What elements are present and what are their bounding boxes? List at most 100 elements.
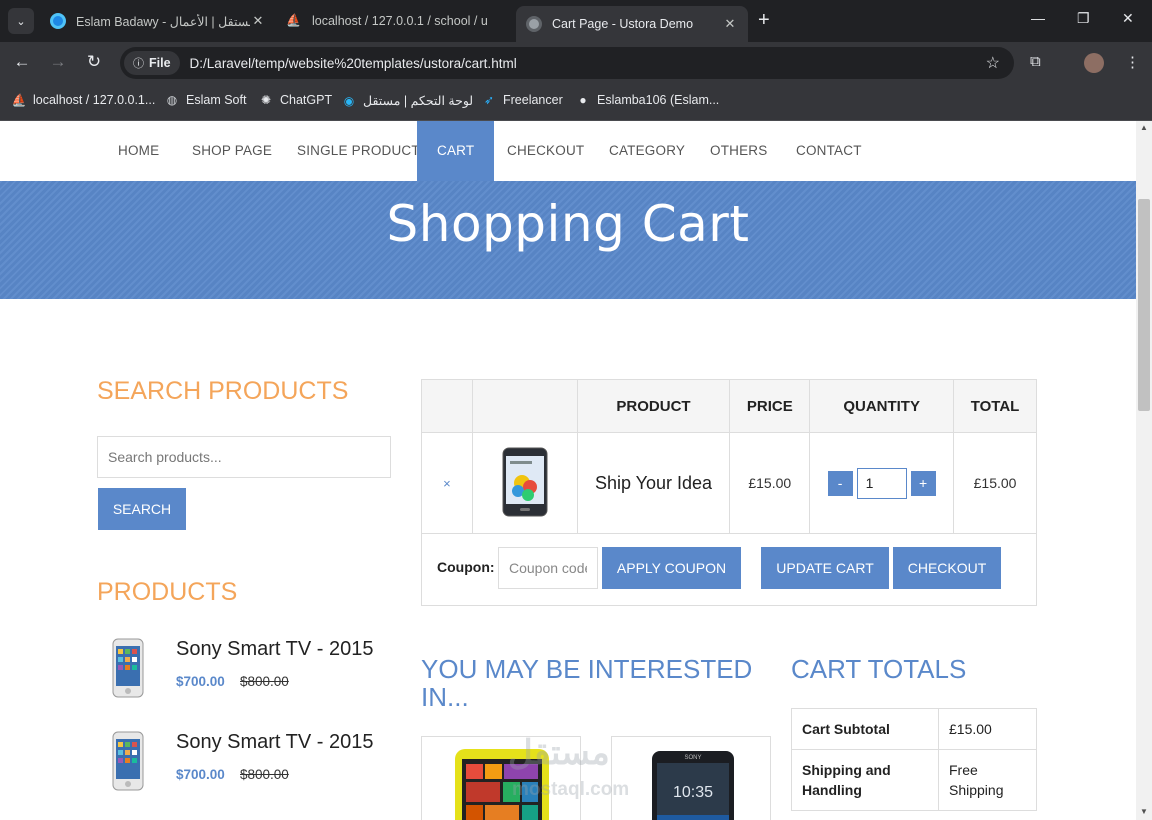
page-viewport: Home Shop page Single product Cart Check… xyxy=(0,121,1136,820)
cart-product-thumbnail[interactable] xyxy=(500,447,550,517)
search-input[interactable] xyxy=(97,436,391,478)
menu-item-home[interactable]: Home xyxy=(118,121,159,181)
svg-text:10:35: 10:35 xyxy=(673,784,713,801)
back-button[interactable]: ← xyxy=(11,52,33,72)
totals-value: Free Shipping xyxy=(938,749,1037,811)
bookmark-item[interactable]: ◍ Eslam Soft xyxy=(165,93,247,107)
cart-totals-heading: Cart Totals xyxy=(791,654,967,684)
tab-search-button[interactable]: ⌄ xyxy=(8,8,34,34)
coupon-input[interactable] xyxy=(498,547,598,589)
menu-kebab-icon[interactable]: ⋮ xyxy=(1125,53,1140,71)
menu-item-contact[interactable]: Contact xyxy=(796,121,862,181)
new-tab-button[interactable]: + xyxy=(758,9,770,32)
globe-icon: ◍ xyxy=(166,93,178,107)
cart-item-row: × Ship Your Idea £15.00 - 1 + £15.00 xyxy=(421,432,1037,534)
bookmark-label: localhost / 127.0.0.1... xyxy=(33,93,156,107)
cart-totals-table: Cart Subtotal £15.00 Shipping and Handli… xyxy=(791,708,1037,811)
product-thumbnail[interactable] xyxy=(111,731,145,791)
site-info-chip[interactable]: ⓘ File xyxy=(124,51,180,75)
url-text[interactable]: D:/Laravel/temp/website%20templates/usto… xyxy=(190,56,517,71)
bookmark-label: Eslam Soft xyxy=(186,93,247,107)
menu-item-single-product[interactable]: Single product xyxy=(297,121,420,181)
scroll-up-arrow-icon[interactable]: ▲ xyxy=(1140,123,1148,132)
bookmark-item[interactable]: ⛵ localhost / 127.0.0.1... xyxy=(11,93,156,107)
products-heading: Products xyxy=(97,578,238,606)
bookmark-item[interactable]: ● Eslamba106 (Eslam... xyxy=(576,93,719,107)
quantity-plus-button[interactable]: + xyxy=(910,470,936,496)
page-banner: Shopping Cart xyxy=(0,181,1136,299)
extensions-icon[interactable]: ⧉ xyxy=(1030,53,1041,70)
header-total: Total xyxy=(953,379,1037,433)
menu-item-shop-page[interactable]: Shop page xyxy=(192,121,272,181)
cross-sell-product[interactable]: SONY 10:35 xyxy=(611,736,771,820)
quantity-cell: - 1 + xyxy=(809,432,955,534)
cross-sell-product[interactable] xyxy=(421,736,581,820)
header-product: Product xyxy=(576,379,731,433)
remove-item-icon[interactable]: × xyxy=(443,476,451,491)
scrollbar-thumb[interactable] xyxy=(1138,199,1150,411)
toolbar: ← → ↻ ⓘ File D:/Laravel/temp/website%20t… xyxy=(0,42,1152,84)
apply-coupon-button[interactable]: Apply Coupon xyxy=(602,547,741,589)
sidebar-product[interactable]: Sony Smart TV - 2015 $700.00 $800.00 xyxy=(97,638,397,708)
scroll-down-arrow-icon[interactable]: ▼ xyxy=(1140,807,1148,816)
phpmyadmin-icon: ⛵ xyxy=(11,93,27,107)
mostaql-icon xyxy=(50,13,66,29)
tab-mostaql[interactable]: Eslam Badawy - مستقل | الأعمال ✕ xyxy=(40,6,276,36)
bookmark-label: Eslamba106 (Eslam... xyxy=(597,93,720,107)
update-cart-button[interactable]: Update Cart xyxy=(761,547,889,589)
thumbnail-cell xyxy=(471,432,578,534)
github-icon: ● xyxy=(579,93,587,107)
bookmark-item[interactable]: ➶ Freelancer xyxy=(482,93,563,107)
search-products-heading: Search Products xyxy=(97,377,349,405)
product-name[interactable]: Sony Smart TV - 2015 xyxy=(176,731,374,754)
quantity-minus-button[interactable]: - xyxy=(827,470,853,496)
totals-label: Shipping and Handling xyxy=(791,749,939,811)
totals-label: Cart Subtotal xyxy=(791,708,939,750)
product-name[interactable]: Sony Smart TV - 2015 xyxy=(176,638,374,661)
cart-product-name[interactable]: Ship Your Idea xyxy=(595,473,712,493)
header-quantity: Quantity xyxy=(809,379,955,433)
tab-strip: ⌄ Eslam Badawy - مستقل | الأعمال ✕ ⛵ loc… xyxy=(0,0,1152,42)
tab-cart-page[interactable]: Cart Page - Ustora Demo ✕ xyxy=(516,6,748,42)
cross-sells-heading: You may be interested in... xyxy=(421,654,753,712)
close-icon[interactable]: ✕ xyxy=(722,16,738,32)
search-button[interactable]: Search xyxy=(98,488,186,530)
reload-button[interactable]: ↻ xyxy=(83,52,105,72)
page-title: Shopping Cart xyxy=(386,195,750,253)
window-close-button[interactable]: ✕ xyxy=(1122,10,1134,27)
mostaql-icon: ◉ xyxy=(343,93,355,108)
close-icon[interactable]: ✕ xyxy=(250,13,266,29)
cart-actions: Coupon: Apply Coupon Update Cart Checkou… xyxy=(421,532,1037,606)
menu-item-cart[interactable]: Cart xyxy=(417,121,495,181)
checkout-button[interactable]: Checkout xyxy=(893,547,1001,589)
menu-item-checkout[interactable]: Checkout xyxy=(507,121,584,181)
header-price: Price xyxy=(729,379,811,433)
quantity-input[interactable]: 1 xyxy=(856,467,907,499)
restore-button[interactable]: ❐ xyxy=(1077,10,1090,27)
openai-icon: ✺ xyxy=(260,93,272,107)
minimize-button[interactable]: — xyxy=(1031,10,1045,26)
sidebar-product[interactable]: Sony Smart TV - 2015 $700.00 $800.00 xyxy=(97,731,397,801)
vertical-scrollbar[interactable]: ▲ ▼ xyxy=(1136,121,1152,820)
menu-item-category[interactable]: Category xyxy=(609,121,685,181)
phpmyadmin-icon: ⛵ xyxy=(286,13,301,27)
freelancer-icon: ➶ xyxy=(483,93,495,107)
profile-avatar[interactable] xyxy=(1084,53,1104,73)
cross-sell-thumbnail[interactable] xyxy=(422,737,581,820)
forward-button[interactable]: → xyxy=(47,52,69,72)
bookmark-item[interactable]: ✺ ChatGPT xyxy=(259,93,332,107)
cart-header-row: Product Price Quantity Total xyxy=(421,379,1037,433)
header-thumbnail xyxy=(471,379,578,433)
menu-item-others[interactable]: Others xyxy=(710,121,767,181)
tab-title: Cart Page - Ustora Demo xyxy=(552,17,694,31)
browser-chrome: ⌄ Eslam Badawy - مستقل | الأعمال ✕ ⛵ loc… xyxy=(0,0,1152,121)
bookmark-star-icon[interactable]: ☆ xyxy=(986,53,1000,73)
tab-phpmyadmin[interactable]: ⛵ localhost / 127.0.0.1 / school / u xyxy=(276,6,516,36)
address-bar[interactable]: ⓘ File D:/Laravel/temp/website%20templat… xyxy=(120,47,1014,79)
svg-text:SONY: SONY xyxy=(684,755,701,761)
header-remove xyxy=(421,379,473,433)
bookmark-item[interactable]: ◉ لوحة التحكم | مستقل xyxy=(342,93,473,109)
product-name-cell: Ship Your Idea xyxy=(576,432,731,534)
cross-sell-thumbnail[interactable]: SONY 10:35 xyxy=(612,737,771,820)
product-thumbnail[interactable] xyxy=(111,638,145,698)
